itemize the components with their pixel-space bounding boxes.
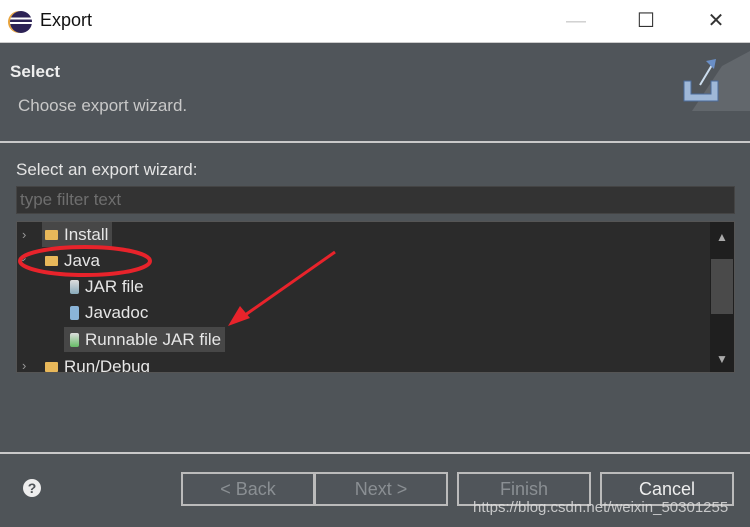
header-divider [0, 141, 750, 143]
runnable-jar-icon [70, 332, 79, 347]
minimize-button[interactable]: — [556, 6, 596, 36]
tree-item-label: Run/Debug [64, 357, 151, 373]
footer-divider [0, 452, 750, 454]
tree-item-label: Install [64, 225, 109, 244]
wizard-header: Select Choose export wizard. [0, 43, 750, 142]
scroll-down-icon[interactable]: ▼ [710, 352, 734, 366]
folder-icon [45, 361, 58, 372]
export-wizard-icon [683, 51, 750, 111]
expand-chevron-icon[interactable]: › [22, 358, 26, 372]
close-button[interactable]: ✕ [696, 6, 736, 36]
window-title: Export [40, 10, 93, 30]
wizard-list-label: Select an export wizard: [16, 160, 198, 179]
scroll-up-icon[interactable]: ▲ [710, 230, 734, 244]
page-description: Choose export wizard. [18, 96, 188, 115]
page-title: Select [10, 62, 61, 81]
tree-item-runnable-jar-file[interactable]: Runnable JAR file [64, 327, 226, 352]
title-bar: Export — ☐ ✕ [0, 0, 750, 43]
jar-icon [70, 279, 79, 294]
filter-input[interactable] [16, 186, 735, 214]
scrollbar-thumb[interactable] [711, 259, 733, 314]
next-button[interactable]: Next > [314, 472, 448, 506]
tree-item-label: Java [64, 251, 100, 270]
maximize-button[interactable]: ☐ [626, 6, 666, 36]
javadoc-icon [70, 305, 79, 320]
tree-item-label: Runnable JAR file [85, 330, 222, 349]
tree-item-label: Javadoc [85, 303, 149, 322]
tree-item-javadoc[interactable]: Javadoc [67, 300, 148, 325]
tree-item-java[interactable]: Java [42, 248, 100, 273]
tree-item-label: JAR file [85, 277, 144, 296]
folder-icon [45, 229, 58, 240]
folder-icon [45, 255, 58, 266]
back-button[interactable]: < Back [181, 472, 315, 506]
tree-item-jar-file[interactable]: JAR file [67, 274, 144, 299]
eclipse-icon [10, 11, 32, 33]
help-icon[interactable]: ? [23, 479, 41, 497]
vertical-scrollbar[interactable]: ▲ ▼ [710, 222, 734, 372]
tree-item-run-debug[interactable]: Run/Debug [42, 354, 151, 373]
wizard-tree[interactable]: › Install › Java JAR file Javadoc Runnab… [16, 221, 735, 373]
collapse-chevron-icon[interactable]: › [17, 257, 32, 261]
watermark: https://blog.csdn.net/weixin_50301255 [473, 499, 729, 516]
expand-chevron-icon[interactable]: › [22, 227, 26, 242]
tree-item-install[interactable]: Install [42, 222, 113, 247]
